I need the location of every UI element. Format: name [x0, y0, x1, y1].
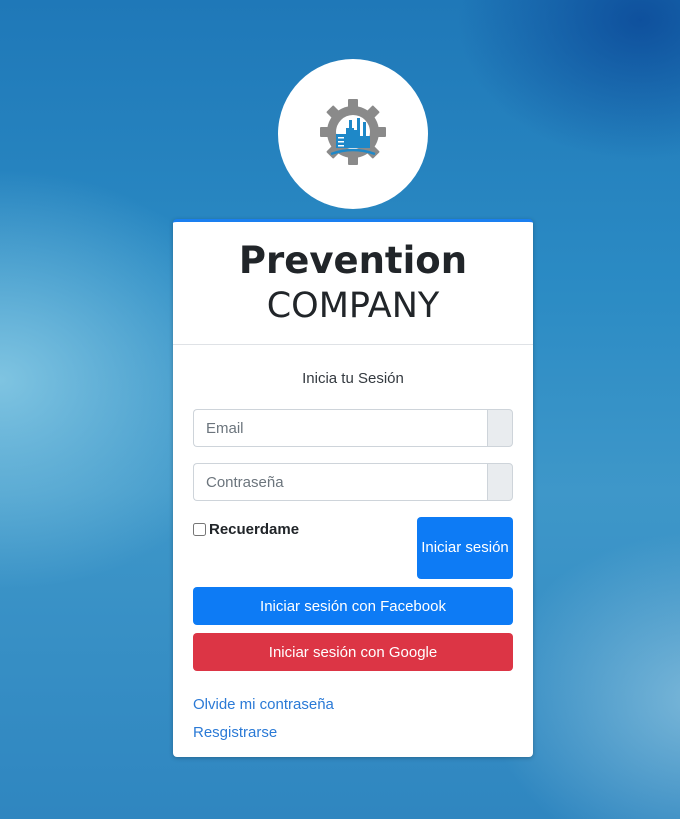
email-addon	[487, 409, 513, 447]
password-addon	[487, 463, 513, 501]
card-body: Inicia tu Sesión Recuerdame Iniciar sesi…	[173, 345, 533, 757]
register-link[interactable]: Resgistrarse	[193, 719, 513, 747]
login-card: Prevention COMPANY Inicia tu Sesión Recu…	[173, 219, 533, 757]
facebook-signin-button[interactable]: Iniciar sesión con Facebook	[193, 587, 513, 625]
google-signin-button[interactable]: Iniciar sesión con Google	[193, 633, 513, 671]
signin-button[interactable]: Iniciar sesión	[417, 517, 513, 579]
brand-name-bold: Prevention	[238, 239, 468, 282]
remember-me[interactable]: Recuerdame	[193, 521, 299, 538]
auth-links: Olvide mi contraseña Resgistrarse	[193, 679, 513, 747]
email-input[interactable]	[193, 409, 487, 447]
login-message: Inicia tu Sesión	[302, 370, 404, 387]
remember-row: Recuerdame Iniciar sesión	[193, 517, 513, 587]
remember-checkbox[interactable]	[193, 523, 206, 536]
card-header: Prevention COMPANY	[173, 222, 533, 345]
password-input-group	[193, 463, 513, 501]
brand-name-light: COMPANY	[266, 286, 440, 326]
gear-factory-logo-icon	[320, 99, 386, 165]
password-input[interactable]	[193, 463, 487, 501]
forgot-password-link[interactable]: Olvide mi contraseña	[193, 691, 513, 719]
logo-container	[278, 59, 428, 209]
remember-label: Recuerdame	[209, 521, 300, 538]
email-input-group	[193, 409, 513, 447]
